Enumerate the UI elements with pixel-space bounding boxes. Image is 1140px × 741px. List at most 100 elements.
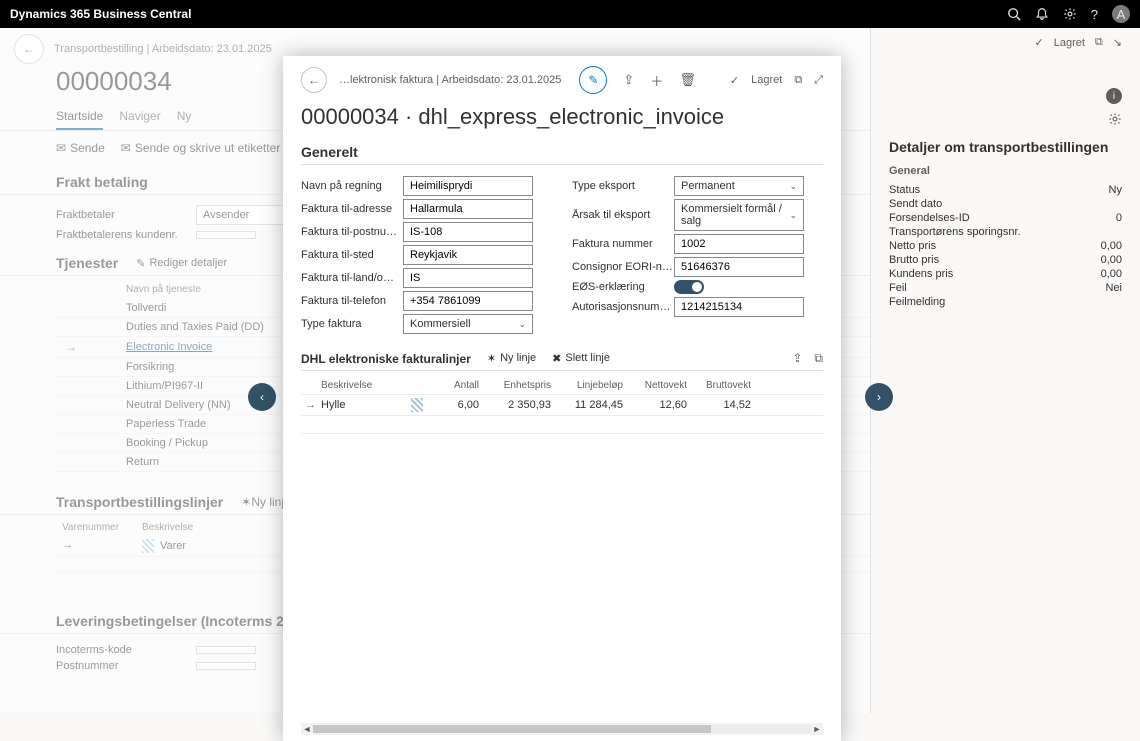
form-field: Type eksportPermanent⌄ — [572, 176, 823, 196]
send-print-icon: ✉ — [121, 141, 131, 155]
popout-icon[interactable]: ⧉ — [1095, 36, 1103, 49]
modal-delete-line[interactable]: ✖Slett linje — [552, 352, 610, 365]
cmd-send-print[interactable]: ✉Sende og skrive ut etiketter — [121, 137, 280, 158]
list-item-electronic-invoice[interactable]: Electronic Invoice — [86, 341, 212, 353]
next-record-button[interactable]: › — [865, 383, 893, 411]
text-input[interactable] — [403, 268, 533, 288]
arrow-icon: → — [56, 340, 86, 354]
bell-icon[interactable] — [1035, 7, 1049, 21]
pattern-icon — [142, 539, 154, 553]
send-icon: ✉ — [56, 141, 66, 155]
text-input[interactable] — [403, 176, 533, 196]
form-field: Faktura til-postnummer — [301, 222, 552, 242]
table-row[interactable]: → Hylle 6,00 2 350,93 11 284,45 12,60 14… — [301, 395, 823, 416]
form-field: Faktura til-sted — [301, 245, 552, 265]
form-field: Faktura til-telefon — [301, 291, 552, 311]
modal-expand-icon[interactable]: ⤢ — [814, 74, 823, 87]
lines-expand-icon[interactable]: ⧉ — [814, 351, 823, 366]
table-row[interactable] — [301, 416, 823, 434]
modal-back-button[interactable]: ← — [301, 67, 327, 93]
text-input[interactable] — [403, 291, 533, 311]
list-item[interactable]: Neutral Delivery (NN) — [86, 399, 231, 411]
detail-row: FeilNei — [889, 281, 1122, 295]
user-avatar[interactable]: A — [1112, 5, 1130, 23]
text-input[interactable] — [403, 199, 533, 219]
list-item[interactable]: Paperless Trade — [86, 418, 206, 430]
detail-row: Transportørens sporingsnr. — [889, 225, 1122, 239]
help-icon[interactable]: ? — [1091, 7, 1098, 22]
form-field: Faktura til-adresse — [301, 199, 552, 219]
section-lines: Transportbestillingslinjer — [56, 494, 223, 510]
panel-settings-icon[interactable] — [1108, 112, 1122, 126]
new-line-icon: ✶ — [487, 352, 496, 365]
fraktbetaler-kundenr[interactable] — [196, 231, 256, 239]
share-icon[interactable]: ⇪ — [623, 72, 634, 88]
modal-lines-grid: Beskrivelse Antall Enhetspris Linjebeløp… — [301, 377, 823, 434]
list-item[interactable]: Booking / Pickup — [86, 437, 208, 449]
page-breadcrumb: Transportbestilling | Arbeidsdato: 23.01… — [54, 43, 272, 55]
detail-row: Brutto pris0,00 — [889, 253, 1122, 267]
add-icon[interactable]: ＋ — [650, 71, 663, 90]
text-input[interactable] — [674, 234, 804, 254]
form-field: Faktura nummer — [572, 234, 823, 254]
list-item[interactable]: Tollverdi — [86, 302, 166, 314]
form-field: Consignor EORI-num… — [572, 257, 823, 277]
back-button[interactable]: ← — [14, 34, 44, 64]
text-input[interactable] — [674, 297, 804, 317]
modal-popout-icon[interactable]: ⧉ — [794, 74, 802, 87]
section-tjenester: Tjenester — [56, 255, 118, 271]
tab-startside[interactable]: Startside — [56, 103, 103, 130]
modal-breadcrumb: …lektronisk faktura | Arbeidsdato: 23.01… — [339, 74, 561, 86]
list-item[interactable]: Return — [86, 456, 159, 468]
cmd-send[interactable]: ✉Sende — [56, 137, 105, 158]
select-field[interactable]: Kommersielt formål / salg⌄ — [674, 199, 804, 231]
trash-icon[interactable]: 🗑 — [679, 72, 696, 88]
toggle[interactable] — [674, 280, 704, 294]
details-title: Detaljer om transportbestillingen — [889, 139, 1122, 155]
new-line-icon: ✶ — [241, 495, 251, 509]
text-input[interactable] — [674, 257, 804, 277]
form-field: EØS-erklæring — [572, 280, 823, 294]
modal-lines-title: DHL elektroniske fakturalinjer — [301, 352, 471, 366]
form-field: Autorisasjonsnummer — [572, 297, 823, 317]
text-input[interactable] — [403, 222, 533, 242]
saved-check-icon: ✓ — [1035, 36, 1044, 49]
incoterms-code[interactable] — [196, 646, 256, 654]
list-item[interactable]: Duties and Taxies Paid (DD) — [86, 321, 264, 333]
modal-new-line[interactable]: ✶Ny linje — [487, 352, 536, 365]
form-field: Navn på regning — [301, 176, 552, 196]
electronic-invoice-modal: ← …lektronisk faktura | Arbeidsdato: 23.… — [283, 56, 841, 741]
chevron-down-icon: ⌄ — [789, 210, 797, 221]
chevron-down-icon: ⌄ — [789, 181, 797, 192]
incoterms-post[interactable] — [196, 662, 256, 670]
scroll-right-icon[interactable]: ► — [811, 724, 823, 734]
horizontal-scrollbar[interactable]: ◄ ► — [301, 723, 823, 735]
edit-icon: ✎ — [136, 257, 145, 270]
collapse-icon[interactable]: ↘ — [1113, 36, 1122, 49]
edit-button[interactable]: ✎ — [579, 66, 607, 94]
detail-row: StatusNy — [889, 183, 1122, 197]
detail-row: Forsendelses-ID0 — [889, 211, 1122, 225]
scroll-left-icon[interactable]: ◄ — [301, 724, 313, 734]
detail-row: Feilmelding — [889, 295, 1122, 309]
edit-details[interactable]: ✎Rediger detaljer — [136, 257, 227, 270]
info-icon[interactable]: i — [1106, 88, 1122, 104]
text-input[interactable] — [403, 245, 533, 265]
detail-row: Netto pris0,00 — [889, 239, 1122, 253]
tab-naviger[interactable]: Naviger — [119, 103, 160, 130]
form-field: Faktura til-land/område — [301, 268, 552, 288]
list-item[interactable]: Lithium/PI967-II — [86, 380, 203, 392]
app-title: Dynamics 365 Business Central — [10, 7, 191, 21]
lines-share-icon[interactable]: ⇪ — [792, 351, 802, 366]
list-item[interactable]: Forsikring — [86, 361, 174, 373]
modal-section-generelt: Generelt — [301, 138, 823, 165]
search-icon[interactable] — [1007, 7, 1021, 21]
modal-saved-check-icon: ✓ — [730, 74, 739, 87]
prev-record-button[interactable]: ‹ — [248, 383, 276, 411]
select-field[interactable]: Permanent⌄ — [674, 176, 804, 196]
chevron-down-icon: ⌄ — [518, 319, 526, 330]
modal-title: 00000034 · dhl_express_electronic_invoic… — [301, 94, 823, 138]
gear-icon[interactable] — [1063, 7, 1077, 21]
select-field[interactable]: Kommersiell⌄ — [403, 314, 533, 334]
tab-ny[interactable]: Ny — [177, 103, 192, 130]
